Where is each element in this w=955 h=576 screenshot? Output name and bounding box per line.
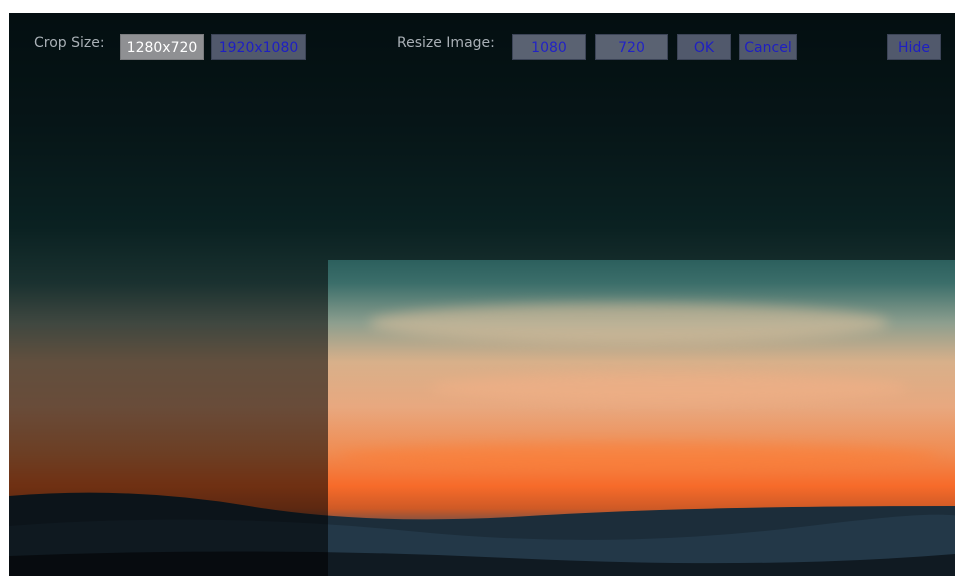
ok-button[interactable]: OK (677, 34, 731, 60)
crop-tool-window: Crop Size: 1280x720 1920x1080 Resize Ima… (0, 0, 955, 576)
crop-toolbar: Crop Size: 1280x720 1920x1080 Resize Ima… (9, 13, 955, 73)
cancel-button[interactable]: Cancel (739, 34, 797, 60)
crop-size-label: Crop Size: (34, 35, 105, 51)
image-canvas[interactable] (9, 13, 955, 576)
crop-selection-region[interactable] (328, 260, 955, 576)
hide-button[interactable]: Hide (887, 34, 941, 60)
resize-width-field[interactable]: 1080 (512, 34, 586, 60)
resize-image-label: Resize Image: (397, 35, 495, 51)
crop-1280x720-button[interactable]: 1280x720 (120, 34, 204, 60)
resize-height-field[interactable]: 720 (595, 34, 668, 60)
crop-1920x1080-button[interactable]: 1920x1080 (211, 34, 306, 60)
crop-mask-left (9, 260, 328, 576)
